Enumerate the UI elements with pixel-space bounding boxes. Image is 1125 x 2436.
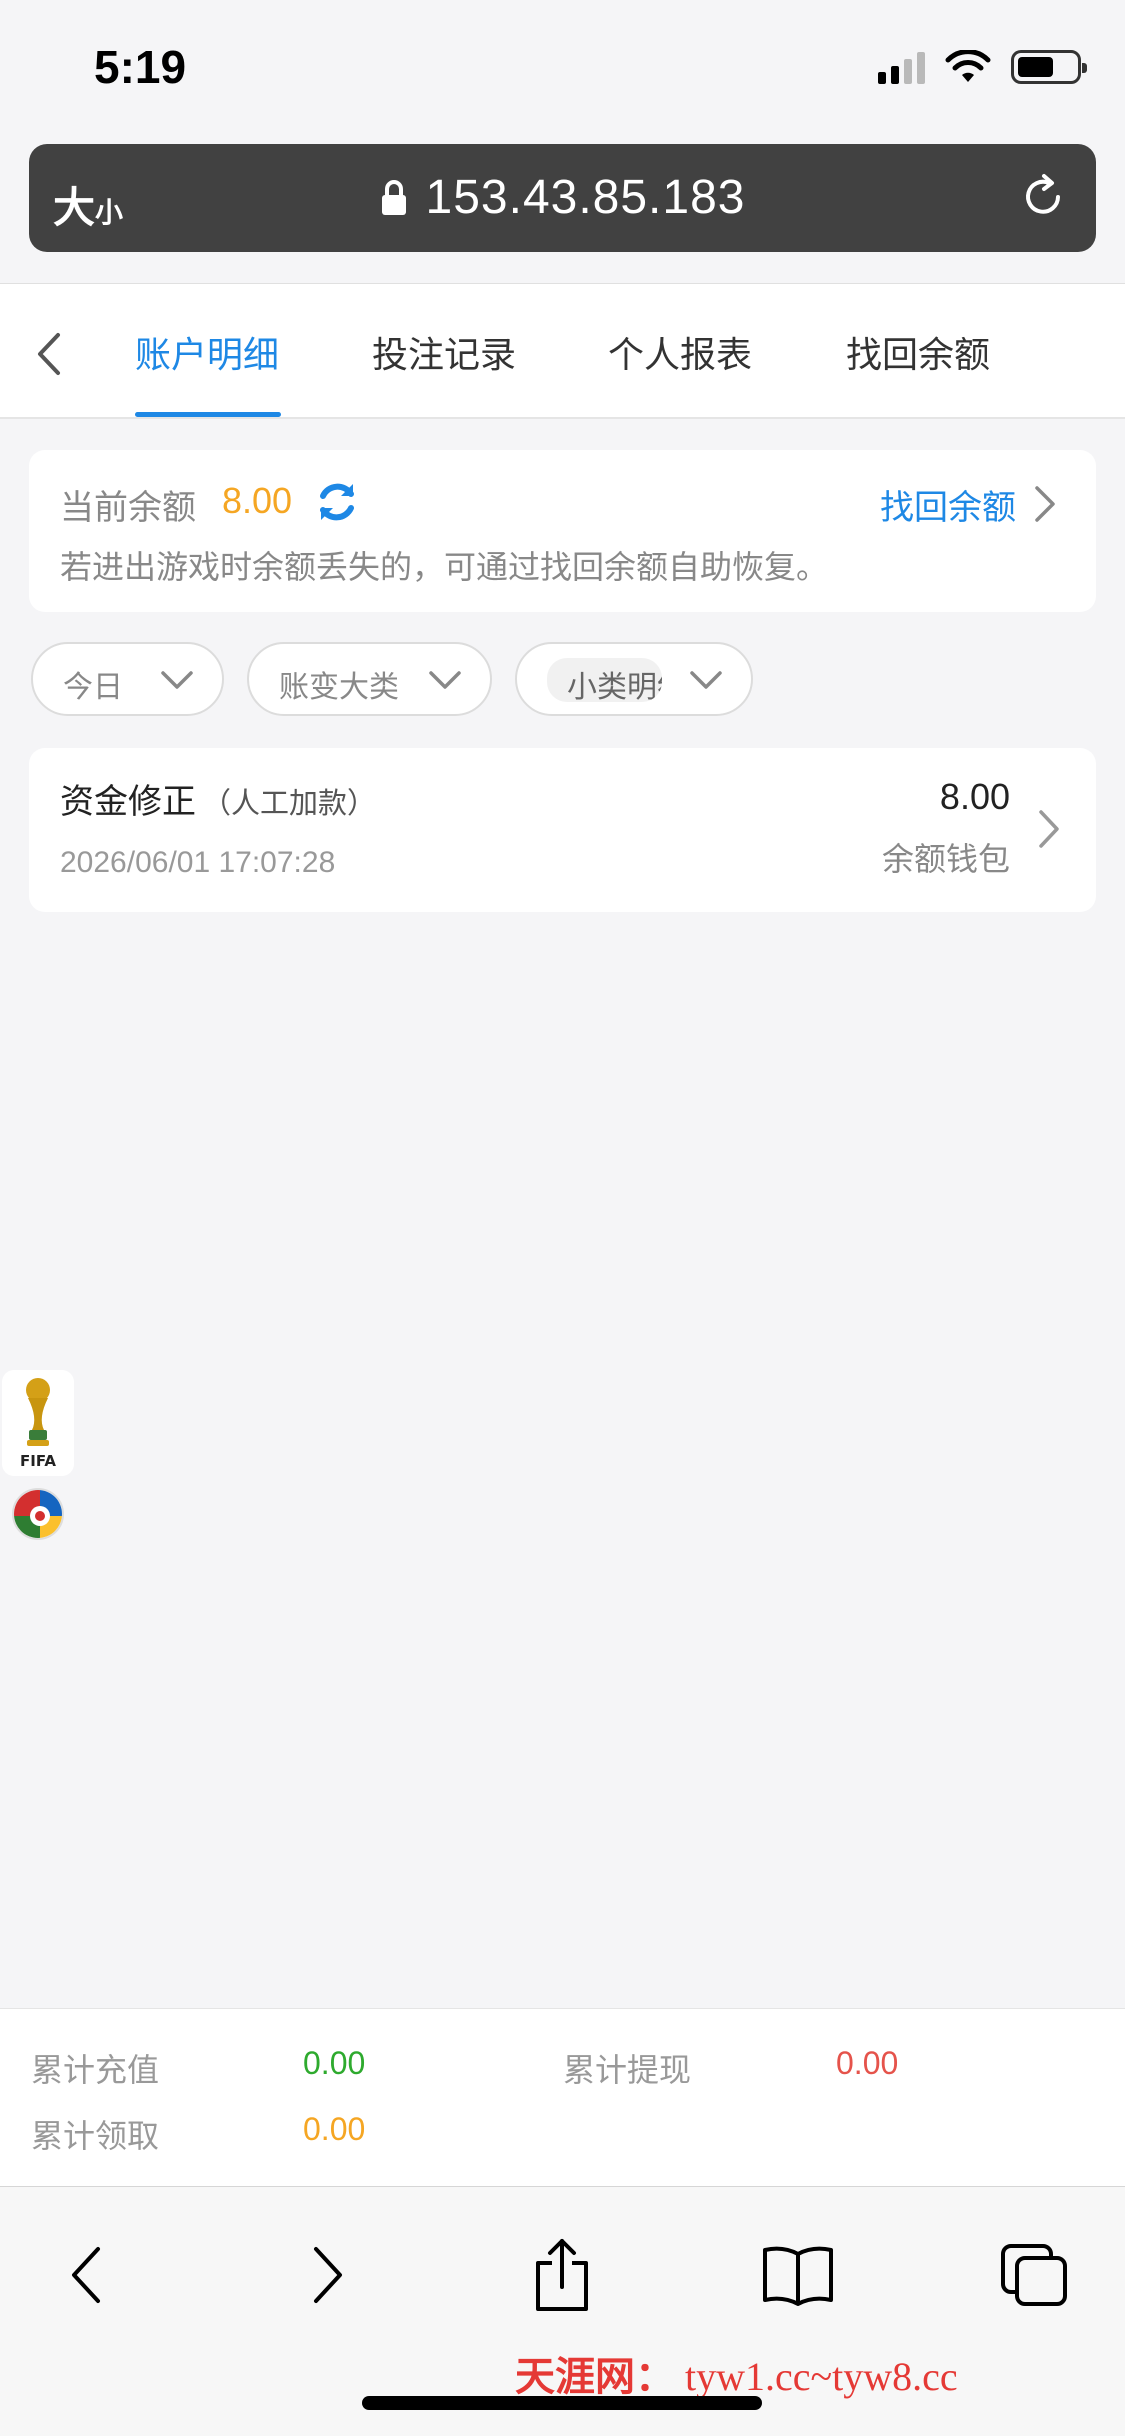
tab-bet-records[interactable]: 投注记录 (372, 326, 516, 378)
record-title: 资金修正 （人工加款） (60, 774, 376, 823)
tab-account-details[interactable]: 账户明细 (135, 326, 279, 378)
chevron-right-icon (314, 2247, 342, 2303)
browser-forward-button[interactable] (288, 2235, 368, 2315)
bookmarks-button[interactable] (758, 2235, 838, 2315)
record-subtype: （人工加款） (202, 786, 377, 820)
filter-minor-type-label: 小类明细 (547, 658, 662, 702)
filter-major-type-label: 账变大类 (279, 670, 399, 705)
chevron-down-icon (690, 671, 722, 689)
watermark: 天涯网： tyw1.cc~tyw8.cc (515, 2344, 958, 2402)
status-icons (878, 50, 1087, 84)
tab-personal-report[interactable]: 个人报表 (608, 326, 752, 378)
total-claim-label: 累计领取 (31, 2117, 160, 2155)
list-item[interactable]: 资金修正 （人工加款） 2026/06/01 17:07:28 8.00 余额钱包 (29, 748, 1096, 912)
browser-back-button[interactable] (46, 2235, 126, 2315)
url-text: 153.43.85.183 (425, 171, 746, 224)
refresh-balance-icon[interactable] (313, 478, 361, 526)
address-bar[interactable]: 大小 153.43.85.183 (29, 144, 1096, 252)
fifa-float-button[interactable]: FIFA (2, 1370, 74, 1476)
recover-balance-link[interactable]: 找回余额 (880, 480, 1016, 529)
book-icon (763, 2246, 833, 2306)
chevron-down-icon (429, 671, 461, 689)
record-date: 2026/06/01 17:07:28 (60, 846, 336, 879)
balance-card: 当前余额 8.00 找回余额 若进出游戏时余额丢失的，可通过找回余额自助恢复。 (29, 450, 1096, 612)
cellular-signal-icon (878, 50, 925, 84)
filter-date[interactable]: 今日 (31, 642, 224, 716)
chevron-right-icon (1039, 810, 1059, 848)
watermark-urls: tyw1.cc~tyw8.cc (685, 2354, 958, 2399)
total-recharge-value: 0.00 (303, 2045, 366, 2081)
record-amount: 8.00 (939, 776, 1010, 817)
record-wallet: 余额钱包 (881, 840, 1010, 878)
record-type: 资金修正 (60, 782, 196, 822)
url-display[interactable]: 153.43.85.183 (29, 170, 1096, 225)
summary-panel: 累计充值 0.00 累计提现 0.00 累计领取 0.00 (0, 2008, 1125, 2186)
wifi-icon (945, 50, 991, 82)
share-button[interactable] (522, 2235, 602, 2315)
lock-icon (381, 179, 406, 215)
balance-hint: 若进出游戏时余额丢失的，可通过找回余额自助恢复。 (60, 548, 829, 586)
chevron-right-icon[interactable] (1032, 484, 1058, 524)
battery-icon (1011, 50, 1087, 84)
status-time: 5:19 (94, 41, 187, 93)
active-tab-indicator (135, 412, 281, 417)
tabs-button[interactable] (994, 2235, 1074, 2315)
total-claim-value: 0.00 (303, 2111, 366, 2147)
fifa-label: FIFA (20, 1452, 56, 1470)
tab-recover-balance[interactable]: 找回余额 (846, 326, 990, 378)
chevron-down-icon (161, 671, 193, 689)
total-recharge-label: 累计充值 (31, 2051, 160, 2089)
flags-ball-icon[interactable] (12, 1488, 64, 1540)
filter-minor-type[interactable]: 小类明细 (515, 642, 753, 716)
watermark-site: 天涯网： (515, 2354, 675, 2399)
share-icon (536, 2239, 588, 2311)
filter-date-label: 今日 (63, 670, 123, 705)
status-bar: 5:19 (0, 0, 1125, 140)
balance-label: 当前余额 (60, 488, 196, 528)
chevron-left-icon (72, 2247, 100, 2303)
tabs-icon (1001, 2244, 1067, 2306)
home-indicator[interactable] (362, 2396, 762, 2410)
reload-icon[interactable] (1016, 170, 1070, 224)
trophy-icon (26, 1378, 50, 1446)
total-withdraw-value: 0.00 (836, 2045, 899, 2081)
tab-bar: 账户明细 投注记录 个人报表 找回余额 (0, 283, 1125, 419)
total-withdraw-label: 累计提现 (563, 2051, 692, 2089)
back-icon[interactable] (30, 329, 70, 379)
balance-value: 8.00 (222, 480, 293, 521)
filter-major-type[interactable]: 账变大类 (247, 642, 492, 716)
